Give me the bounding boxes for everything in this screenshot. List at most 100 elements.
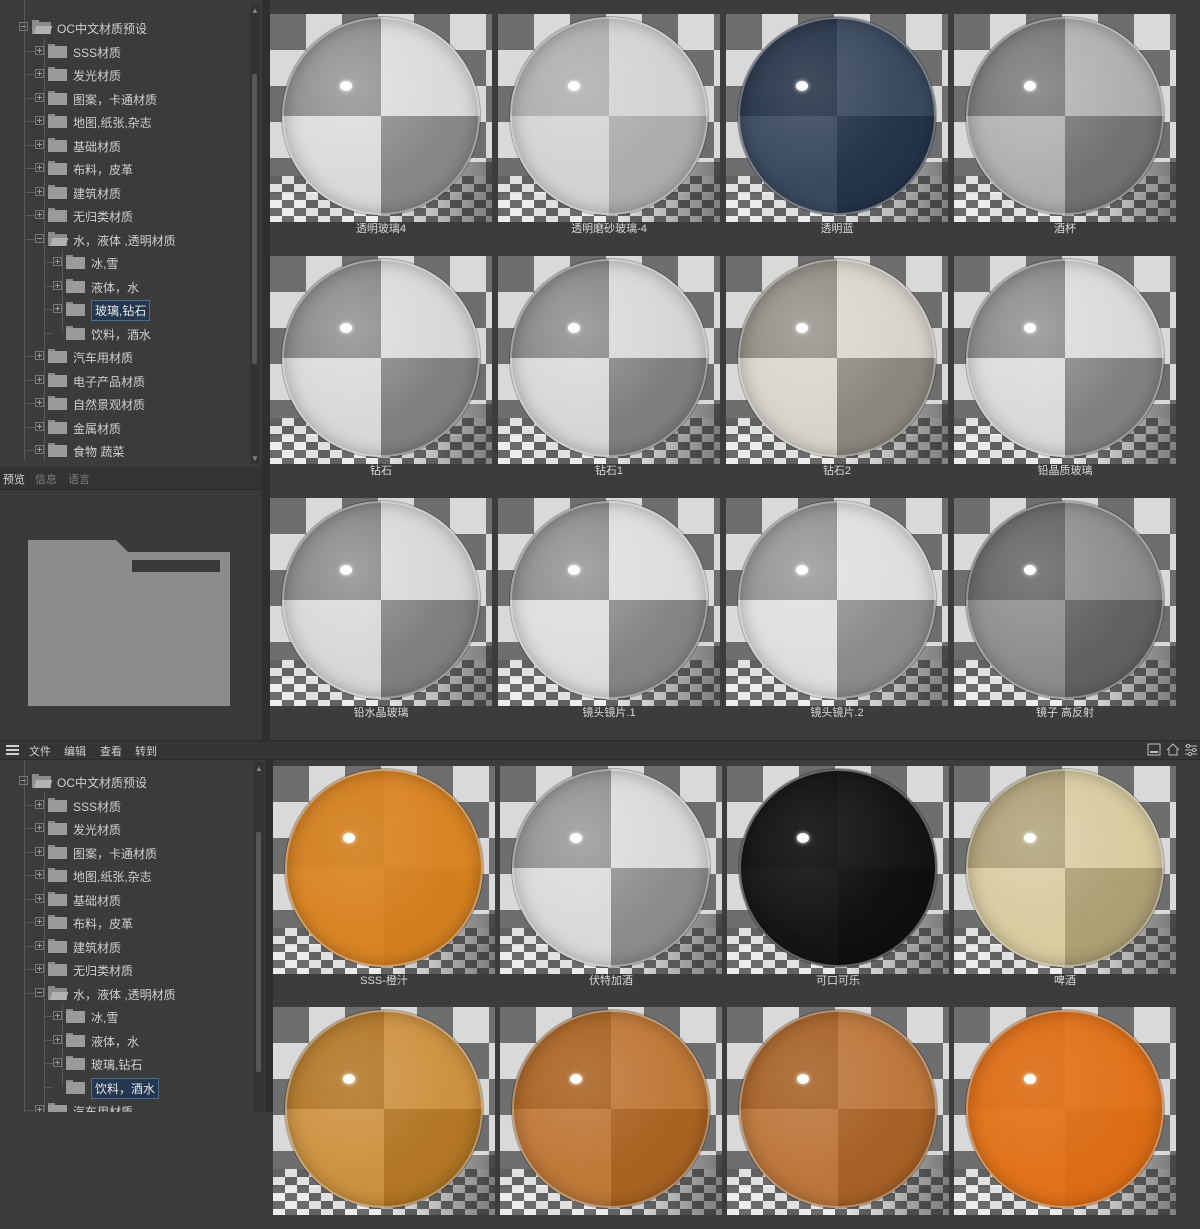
collapse-toggle-icon[interactable] — [35, 233, 44, 243]
material-tile[interactable]: 可口可乐 — [727, 766, 949, 988]
tree-item[interactable]: 建筑材质 — [0, 181, 262, 204]
home-icon[interactable] — [1166, 743, 1180, 756]
expand-toggle-icon[interactable] — [35, 45, 44, 55]
tree-item[interactable]: 水，液体 ,透明材质 — [0, 982, 262, 1005]
material-tile[interactable]: 镜头镜片.1 — [498, 498, 720, 720]
tree-item[interactable]: 金属材质 — [0, 416, 262, 439]
tree-item[interactable]: 建筑材质 — [0, 935, 262, 958]
material-tile[interactable]: 钻石1 — [498, 256, 720, 478]
tree-item[interactable]: 图案，卡通材质 — [0, 87, 262, 110]
tree-scrollbar[interactable]: ▲ — [254, 762, 264, 1112]
tree-item[interactable]: 饮料，酒水 — [0, 1076, 262, 1099]
scroll-up-icon[interactable]: ▲ — [250, 6, 260, 16]
tree-item[interactable]: 无归类材质 — [0, 204, 262, 227]
tree-item[interactable]: 地图,纸张,杂志 — [0, 864, 262, 887]
tree-item[interactable]: 玻璃,钻石 — [0, 298, 262, 321]
menu-edit[interactable]: 编辑 — [64, 743, 86, 759]
menu-view[interactable]: 查看 — [100, 743, 122, 759]
expand-toggle-icon[interactable] — [35, 823, 44, 832]
expand-toggle-icon[interactable] — [35, 870, 44, 879]
material-tile[interactable]: 铅水晶玻璃 — [270, 498, 492, 720]
tree-item[interactable]: 饮料，酒水 — [0, 322, 262, 345]
tree-item[interactable]: 汽车用材质 — [0, 345, 262, 368]
splitter[interactable] — [265, 760, 273, 1112]
material-tile[interactable]: 透明玻璃4 — [270, 14, 492, 236]
expand-toggle-icon[interactable] — [35, 917, 44, 926]
material-tile[interactable]: 透明蓝 — [726, 14, 948, 236]
expand-toggle-icon[interactable] — [35, 139, 44, 149]
expand-toggle-icon[interactable] — [35, 799, 44, 809]
material-tile[interactable]: 铅晶质玻璃 — [954, 256, 1176, 478]
tree-scrollbar[interactable]: ▲ ▼ — [250, 4, 260, 464]
tree-item[interactable]: 食物 蔬菜 — [0, 439, 262, 462]
splitter[interactable] — [262, 0, 270, 740]
material-tile[interactable] — [727, 1007, 949, 1229]
material-tile[interactable]: 透明磨砂玻璃-4 — [498, 14, 720, 236]
material-tile[interactable]: 镜子 高反射 — [954, 498, 1176, 720]
material-tile[interactable] — [954, 1007, 1176, 1229]
tree-item[interactable]: 自然景观材质 — [0, 392, 262, 415]
expand-toggle-icon[interactable] — [35, 964, 44, 973]
tree-item[interactable]: OC中文材质预设 — [0, 770, 262, 793]
tree-item[interactable]: 汽车用材质 — [0, 1099, 262, 1112]
tree-item[interactable]: 液体，水 — [0, 275, 262, 298]
material-tile[interactable]: 镜头镜片.2 — [726, 498, 948, 720]
expand-toggle-icon[interactable] — [53, 304, 62, 313]
expand-toggle-icon[interactable] — [35, 940, 44, 950]
collapse-toggle-icon[interactable] — [35, 987, 44, 997]
hamburger-icon[interactable] — [6, 745, 19, 755]
tree-item[interactable]: 地图,纸张,杂志 — [0, 110, 262, 133]
material-tile[interactable]: 啤酒 — [954, 766, 1176, 988]
tree-item[interactable]: 玻璃,钻石 — [0, 1052, 262, 1075]
tree-item[interactable]: 冰,雪 — [0, 1005, 262, 1028]
material-tile[interactable] — [273, 1007, 495, 1229]
expand-toggle-icon[interactable] — [35, 186, 44, 196]
tree-item[interactable]: SSS材质 — [0, 794, 262, 817]
material-tile[interactable]: 酒杯 — [954, 14, 1176, 236]
tree-item[interactable]: 发光材质 — [0, 63, 262, 86]
tab-info[interactable]: 信息 — [35, 471, 57, 487]
expand-toggle-icon[interactable] — [35, 351, 44, 360]
expand-toggle-icon[interactable] — [35, 163, 44, 172]
scroll-up-icon[interactable]: ▲ — [254, 764, 264, 774]
tree-item[interactable]: 电子产品材质 — [0, 369, 262, 392]
expand-toggle-icon[interactable] — [35, 398, 44, 407]
tree-item[interactable]: 图案，卡通材质 — [0, 841, 262, 864]
expand-toggle-icon[interactable] — [53, 257, 62, 266]
tree-item[interactable]: SSS材质 — [0, 40, 262, 63]
material-tile[interactable]: SSS-橙汁 — [273, 766, 495, 988]
expand-toggle-icon[interactable] — [35, 421, 44, 431]
tab-preview[interactable]: 预览 — [1, 471, 27, 492]
expand-toggle-icon[interactable] — [35, 374, 44, 384]
expand-toggle-icon[interactable] — [35, 69, 44, 78]
minimize-icon[interactable] — [1147, 743, 1161, 756]
expand-toggle-icon[interactable] — [53, 1058, 62, 1067]
scroll-down-icon[interactable]: ▼ — [250, 454, 260, 464]
expand-toggle-icon[interactable] — [35, 92, 44, 102]
expand-toggle-icon[interactable] — [53, 1034, 62, 1044]
tree-item[interactable]: 基础材质 — [0, 134, 262, 157]
scroll-thumb[interactable] — [256, 832, 261, 1072]
tree-item[interactable]: 冰,雪 — [0, 251, 262, 274]
material-tile[interactable] — [500, 1007, 722, 1229]
sliders-icon[interactable] — [1184, 743, 1198, 756]
material-tile[interactable]: 钻石2 — [726, 256, 948, 478]
tree-item[interactable]: 布料，皮革 — [0, 911, 262, 934]
expand-toggle-icon[interactable] — [35, 116, 44, 125]
material-tile[interactable]: 钻石 — [270, 256, 492, 478]
tree-item[interactable]: 布料，皮革 — [0, 157, 262, 180]
collapse-toggle-icon[interactable] — [19, 22, 28, 31]
tree-item[interactable]: 基础材质 — [0, 888, 262, 911]
menu-goto[interactable]: 转到 — [135, 743, 157, 759]
tree-item[interactable]: 液体，水 — [0, 1029, 262, 1052]
material-tile[interactable]: 伏特加酒 — [500, 766, 722, 988]
collapse-toggle-icon[interactable] — [19, 776, 28, 785]
expand-toggle-icon[interactable] — [53, 280, 62, 290]
expand-toggle-icon[interactable] — [35, 1105, 44, 1112]
expand-toggle-icon[interactable] — [35, 210, 44, 219]
scroll-thumb[interactable] — [252, 74, 257, 364]
tree-item[interactable]: OC中文材质预设 — [0, 16, 262, 39]
expand-toggle-icon[interactable] — [53, 1011, 62, 1020]
tab-language[interactable]: 语言 — [68, 471, 90, 487]
expand-toggle-icon[interactable] — [35, 846, 44, 856]
